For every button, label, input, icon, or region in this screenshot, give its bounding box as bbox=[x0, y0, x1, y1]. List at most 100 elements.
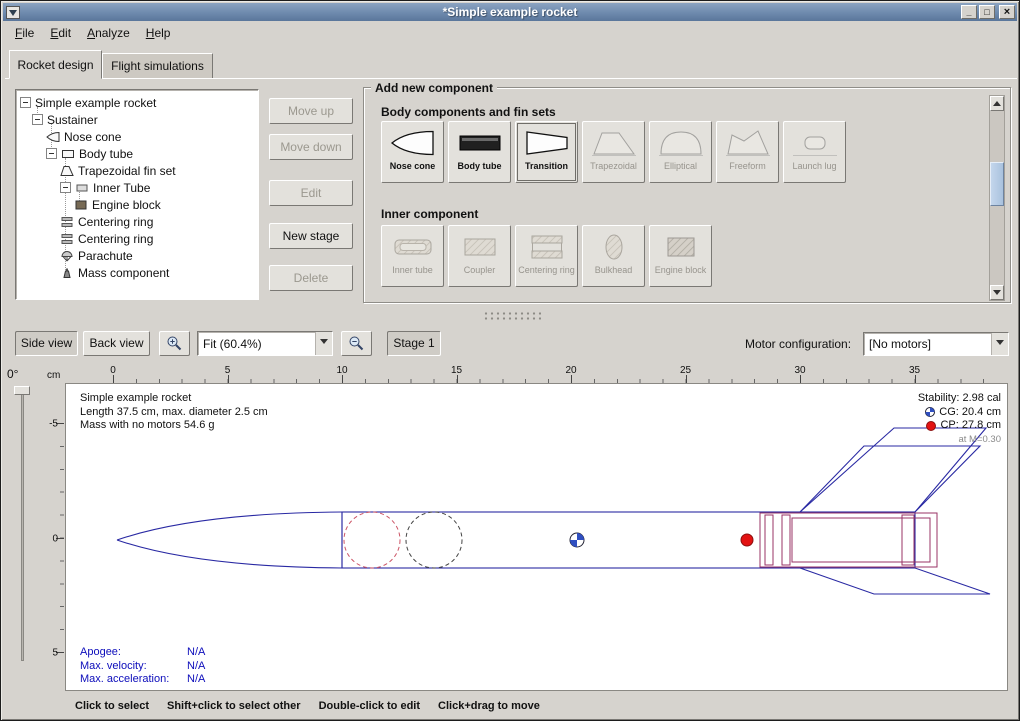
add-coupler-button[interactable]: Coupler bbox=[448, 225, 511, 287]
nose-cone-icon bbox=[390, 127, 436, 159]
body-tube-icon bbox=[61, 148, 76, 160]
inner-component-title: Inner component bbox=[381, 207, 478, 221]
freeform-fin-icon bbox=[725, 127, 771, 159]
add-nose-cone-button[interactable]: Nose cone bbox=[381, 121, 444, 183]
menu-analyze[interactable]: Analyze bbox=[79, 23, 138, 43]
add-body-tube-button[interactable]: Body tube bbox=[448, 121, 511, 183]
cp-icon bbox=[926, 421, 936, 431]
zoom-in-button[interactable] bbox=[159, 331, 190, 356]
minimize-button[interactable]: _ bbox=[961, 5, 977, 19]
motor-configuration-select[interactable]: [No motors] bbox=[863, 332, 1009, 356]
rotation-slider-track[interactable] bbox=[21, 389, 24, 661]
tree-item-rocket[interactable]: Simple example rocket bbox=[16, 94, 258, 111]
body-tube-icon bbox=[457, 127, 503, 159]
motor-configuration-label: Motor configuration: bbox=[745, 337, 851, 351]
add-freeform-fin-button[interactable]: Freeform bbox=[716, 121, 779, 183]
hint-click-select: Click to select bbox=[75, 700, 149, 712]
component-panel-scrollbar[interactable] bbox=[989, 95, 1005, 301]
tree-item-engine-block[interactable]: Engine block bbox=[16, 196, 258, 213]
rotation-slider-thumb[interactable] bbox=[14, 386, 30, 395]
side-view-button[interactable]: Side view bbox=[15, 331, 78, 356]
cg-value: CG: 20.4 cm bbox=[939, 406, 1001, 420]
menu-file[interactable]: File bbox=[7, 23, 42, 43]
collapse-icon[interactable] bbox=[60, 182, 71, 193]
menu-help[interactable]: Help bbox=[138, 23, 179, 43]
add-centering-ring-button[interactable]: Centering ring bbox=[515, 225, 578, 287]
status-bar: Click to select Shift+click to select ot… bbox=[3, 694, 1017, 718]
magnifier-minus-icon bbox=[348, 335, 365, 352]
tree-item-label: Parachute bbox=[78, 249, 133, 263]
tree-item-centering-ring-2[interactable]: Centering ring bbox=[16, 230, 258, 247]
title-bar[interactable]: *Simple example rocket _ □ × bbox=[3, 3, 1017, 21]
window-title: *Simple example rocket bbox=[3, 5, 1017, 19]
tree-item-label: Sustainer bbox=[47, 113, 98, 127]
menu-edit[interactable]: Edit bbox=[42, 23, 79, 43]
collapse-icon[interactable] bbox=[32, 114, 43, 125]
zoom-select[interactable]: Fit (60.4%) bbox=[197, 331, 333, 356]
tree-item-label: Body tube bbox=[79, 147, 133, 161]
centering-ring-icon bbox=[60, 216, 75, 228]
tab-flight-simulations[interactable]: Flight simulations bbox=[102, 53, 213, 79]
tree-item-label: Mass component bbox=[78, 266, 169, 280]
add-inner-tube-button[interactable]: Inner tube bbox=[381, 225, 444, 287]
cg-marker bbox=[570, 533, 584, 547]
move-down-button[interactable]: Move down bbox=[269, 134, 353, 160]
tree-item-label: Inner Tube bbox=[93, 181, 150, 195]
motor-configuration-value: [No motors] bbox=[864, 337, 991, 351]
tree-item-mass-component[interactable]: Mass component bbox=[16, 264, 258, 281]
tree-item-fin-set[interactable]: Trapezoidal fin set bbox=[16, 162, 258, 179]
centering-ring-icon bbox=[524, 231, 570, 263]
inner-tube-icon bbox=[390, 231, 436, 263]
chevron-down-icon[interactable] bbox=[315, 332, 332, 355]
add-bulkhead-button[interactable]: Bulkhead bbox=[582, 225, 645, 287]
hint-click-drag: Click+drag to move bbox=[438, 700, 540, 712]
edit-button[interactable]: Edit bbox=[269, 180, 353, 206]
collapse-icon[interactable] bbox=[46, 148, 57, 159]
close-button[interactable]: × bbox=[999, 5, 1015, 19]
tree-item-label: Centering ring bbox=[78, 232, 153, 246]
maximize-button[interactable]: □ bbox=[979, 5, 995, 19]
app-window: *Simple example rocket _ □ × File Edit A… bbox=[0, 0, 1020, 721]
tree-item-inner-tube[interactable]: Inner Tube bbox=[16, 179, 258, 196]
trapezoidal-fin-icon bbox=[591, 127, 637, 159]
delete-button[interactable]: Delete bbox=[269, 265, 353, 291]
tab-rocket-design[interactable]: Rocket design bbox=[9, 50, 102, 79]
nose-cone-icon bbox=[46, 131, 61, 143]
add-trapezoidal-fin-button[interactable]: Trapezoidal bbox=[582, 121, 645, 183]
zoom-value: Fit (60.4%) bbox=[198, 337, 315, 351]
tree-item-sustainer[interactable]: Sustainer bbox=[16, 111, 258, 128]
tree-item-label: Simple example rocket bbox=[35, 96, 156, 110]
stage-1-toggle[interactable]: Stage 1 bbox=[387, 331, 441, 356]
body-components-title: Body components and fin sets bbox=[381, 105, 556, 119]
cg-icon bbox=[925, 407, 935, 417]
add-engine-block-button[interactable]: Engine block bbox=[649, 225, 712, 287]
scroll-down-button[interactable] bbox=[990, 285, 1004, 300]
parachute-icon bbox=[60, 250, 75, 262]
ruler-unit-label: cm bbox=[47, 370, 60, 381]
add-transition-button[interactable]: Transition bbox=[515, 121, 578, 183]
rotation-value: 0° bbox=[7, 367, 18, 381]
elliptical-fin-icon bbox=[658, 127, 704, 159]
add-elliptical-fin-button[interactable]: Elliptical bbox=[649, 121, 712, 183]
tree-item-nose-cone[interactable]: Nose cone bbox=[16, 128, 258, 145]
stability-info: Stability: 2.98 cal CG: 20.4 cm CP: 27.8… bbox=[918, 392, 1001, 446]
inner-tube-icon bbox=[75, 182, 90, 194]
chevron-down-icon[interactable] bbox=[991, 333, 1008, 355]
move-up-button[interactable]: Move up bbox=[269, 98, 353, 124]
scrollbar-thumb[interactable] bbox=[990, 162, 1004, 206]
scroll-up-button[interactable] bbox=[990, 96, 1004, 111]
new-stage-button[interactable]: New stage bbox=[269, 223, 353, 249]
back-view-button[interactable]: Back view bbox=[83, 331, 150, 356]
tree-item-parachute[interactable]: Parachute bbox=[16, 247, 258, 264]
rocket-info: Simple example rocket Length 37.5 cm, ma… bbox=[80, 392, 268, 433]
tree-item-body-tube[interactable]: Body tube bbox=[16, 145, 258, 162]
split-pane-grip[interactable] bbox=[483, 311, 541, 320]
tree-item-centering-ring-1[interactable]: Centering ring bbox=[16, 213, 258, 230]
stability-value: Stability: 2.98 cal bbox=[918, 392, 1001, 406]
rocket-canvas[interactable]: Simple example rocket Length 37.5 cm, ma… bbox=[65, 383, 1008, 691]
transition-icon bbox=[524, 127, 570, 159]
add-launch-lug-button[interactable]: Launch lug bbox=[783, 121, 846, 183]
zoom-out-button[interactable] bbox=[341, 331, 372, 356]
collapse-icon[interactable] bbox=[20, 97, 31, 108]
launch-lug-icon bbox=[792, 127, 838, 159]
